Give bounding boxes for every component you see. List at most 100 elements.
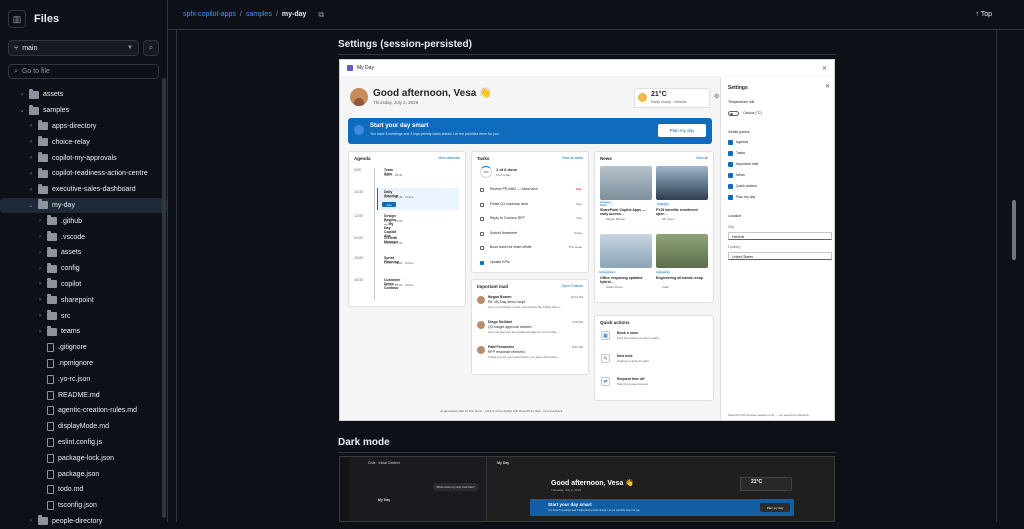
task-label: Book travel for team offsite [490, 245, 532, 249]
tree-item[interactable]: › config [0, 261, 167, 277]
file-icon [47, 374, 54, 384]
breadcrumb-folder-link[interactable]: samples [246, 11, 272, 18]
tree-item[interactable]: › assets [0, 87, 167, 103]
folder-icon [47, 246, 57, 257]
breadcrumb-current: my-day [281, 11, 307, 18]
quick-action-icon: ⇄ [601, 377, 610, 386]
tree-item[interactable]: › copilot-readiness-action-centre [0, 166, 167, 182]
task-label: Update KPIs [490, 259, 510, 264]
tree-item-label: teams [61, 328, 81, 336]
tree-item[interactable]: todo.md [0, 482, 167, 498]
settings-footnote: Saved in this browser session only — not… [728, 413, 810, 417]
avatar [477, 296, 485, 304]
tree-item[interactable]: .gitignore [0, 340, 167, 356]
unit-label: Temperature unit [728, 100, 755, 104]
chevron-right-icon: › [39, 313, 41, 320]
panel-label: News [736, 173, 745, 177]
mail-preview: Let's run through it once more before th… [488, 305, 563, 309]
chevron-right-icon: › [30, 123, 32, 130]
quick-action-title: New note [617, 354, 633, 358]
chevron-right-icon: › [39, 234, 41, 241]
country-label: Country [728, 245, 741, 249]
gear-icon: ⚙ [714, 94, 720, 100]
agenda-card: Agenda View calendar 9:00 Team Sync 09:00 … [348, 151, 466, 307]
tree-item[interactable]: ⌄ samples [0, 103, 167, 119]
news-title: FY26 benefits enrollment open… [656, 208, 698, 216]
tree-item[interactable]: › teams [0, 324, 167, 340]
heading-divider [338, 452, 836, 453]
go-to-file-input[interactable]: ⌕ Go to file [8, 64, 159, 79]
folder-icon [29, 88, 39, 99]
file-icon [47, 390, 54, 400]
tree-item[interactable]: package.json [0, 466, 167, 482]
tree-item[interactable]: › .vscode [0, 229, 167, 245]
tree-item[interactable]: › assets [0, 245, 167, 261]
unit-toggle [728, 111, 739, 116]
tree-item[interactable]: › apps-directory [0, 119, 167, 135]
news-author: Megan Bowen [606, 217, 626, 221]
breadcrumb-repo-link[interactable]: spfx-copilot-apps [183, 11, 236, 18]
branch-icon: ⑂ [14, 44, 19, 52]
tree-item[interactable]: › .github [0, 213, 167, 229]
tree-item-label: my-day [52, 201, 75, 209]
tree-item[interactable]: › copilot [0, 277, 167, 293]
mail-item: Megan Bowen Re: My Day demo script Let's r… [477, 294, 583, 312]
tree-item[interactable]: package-lock.json [0, 450, 167, 466]
tree-item[interactable]: ⌄ my-day [0, 197, 167, 214]
tree-item[interactable]: › copilot-my-approvals [0, 150, 167, 166]
chat-item: My Day [378, 498, 391, 502]
tree-item[interactable]: README.md [0, 387, 167, 403]
tree-item[interactable]: › sharepoint [0, 292, 167, 308]
news-action: View all [696, 156, 708, 160]
panel-checkbox [728, 195, 733, 200]
scrollbar-thumb[interactable] [1012, 200, 1016, 260]
agenda-action: View calendar [438, 156, 460, 160]
close-icon: ✕ [824, 84, 830, 90]
quick-actions-title: Quick actions [600, 320, 630, 325]
task-tag: Due [576, 201, 582, 206]
top-label: Top [980, 11, 992, 18]
settings-panel: Settings ✕ Temperature unit Celsius (°C)… [720, 77, 834, 420]
tree-item[interactable]: tsconfig.json [0, 498, 167, 514]
file-icon [47, 358, 54, 368]
tree-item[interactable]: › people-directory [0, 514, 167, 529]
news-author: Adele Vance [606, 285, 623, 289]
mail-item: Patti Fernandez RFP response received Than… [477, 344, 583, 362]
tree-item[interactable]: › src [0, 308, 167, 324]
sidebar-scrollbar[interactable] [162, 78, 166, 518]
chevron-right-icon: › [30, 139, 32, 146]
breadcrumb-separator: / [275, 11, 278, 18]
panel-label: Agenda [736, 140, 749, 144]
progress-ring-label: 17% [483, 170, 489, 174]
tree-item[interactable]: › choice-relay [0, 134, 167, 150]
sun-icon [638, 93, 647, 102]
chevron-right-icon: › [39, 328, 41, 335]
tree-item-label: choice-relay [52, 138, 90, 146]
tree-item[interactable]: › executive-sales-dashboard [0, 182, 167, 198]
folder-icon [38, 152, 48, 163]
tree-item[interactable]: displayMode.md [0, 419, 167, 435]
tree-item-label: tsconfig.json [58, 502, 97, 510]
sparkle-icon [354, 125, 364, 135]
tree-item[interactable]: .npmignore [0, 356, 167, 372]
quick-action-title: Book a room [617, 331, 639, 335]
tasks-progress-sub: 5 left today [496, 173, 511, 177]
date: Thursday, July 2, 2026 [373, 100, 419, 105]
dark-banner-subtitle: You have 5 meetings and 3 high-priority … [548, 509, 641, 512]
news-author: Lidia [662, 285, 669, 289]
copy-path-icon[interactable]: ⧉ [318, 10, 324, 20]
tree-item[interactable]: eslint.config.js [0, 435, 167, 451]
branch-selector[interactable]: ⑂ main ▼ [8, 40, 139, 56]
back-to-top-button[interactable]: ↑ Top [975, 11, 992, 18]
location-label: Location [728, 214, 742, 218]
chevron-down-icon: ⌄ [28, 202, 34, 209]
collapse-panel-icon[interactable]: ▥ [8, 10, 26, 28]
page-scrollbar[interactable] [1012, 30, 1018, 522]
mail-time: 10:12 AM [570, 295, 583, 299]
mail-subject: Q3 budget approval needed [488, 325, 532, 329]
quick-action-title: Request time off [617, 377, 645, 381]
dark-greeting: Good afternoon, Vesa 👋 [551, 480, 635, 487]
tree-item[interactable]: .yo-rc.json [0, 371, 167, 387]
search-icon[interactable]: ⌕ [143, 40, 159, 56]
tree-item[interactable]: agentic-creation-rules.md [0, 403, 167, 419]
